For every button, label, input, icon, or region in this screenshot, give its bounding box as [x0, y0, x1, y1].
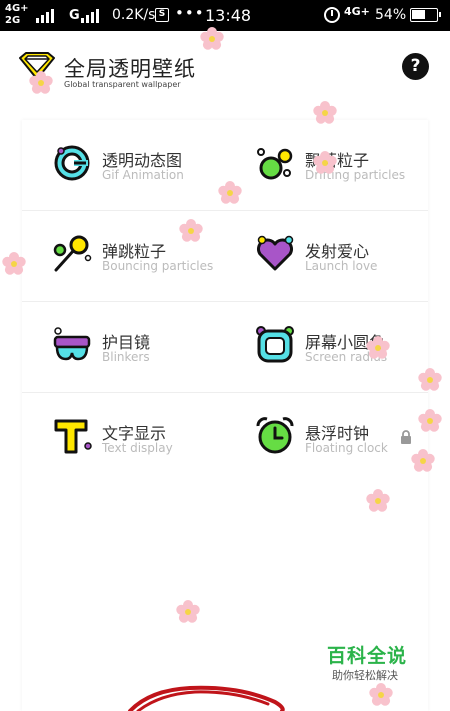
network-indicator: 4G+ 2G [5, 3, 29, 27]
network-type-top: 4G+ [5, 3, 29, 14]
text-icon [54, 419, 92, 454]
feature-drifting-particles[interactable]: 飘落粒子 Drifting particles [225, 120, 428, 211]
s-badge-icon: S [155, 8, 169, 22]
status-bar: 4G+ 2G G 0.2K/s S ••• 13:48 4G+ 54% [0, 0, 450, 31]
brand-tagline: 助你轻松解决 [332, 669, 398, 682]
app-title: 全局透明壁纸 [64, 57, 196, 81]
feature-subtitle: Gif Animation [102, 168, 184, 182]
feature-subtitle: Floating clock [305, 441, 388, 455]
feature-grid: 透明动态图 Gif Animation 飘落粒子 Drifting partic… [22, 120, 428, 484]
feature-blinkers[interactable]: 护目镜 Blinkers [22, 302, 225, 393]
help-button[interactable]: ? [402, 53, 429, 80]
alarm-icon [324, 7, 340, 23]
brand-watermark: 百科全说 [327, 645, 408, 667]
clock-time: 13:48 [205, 6, 252, 25]
network-speed: 0.2K/s [112, 7, 156, 23]
feature-subtitle: Screen radius [305, 350, 388, 364]
feature-subtitle: Bouncing particles [102, 259, 214, 273]
alarm-clock-icon [256, 417, 294, 454]
feature-floating-clock[interactable]: 悬浮时钟 Floating clock [225, 393, 428, 484]
network-type-right: 4G+ [344, 5, 370, 18]
bouncing-particles-icon [53, 235, 92, 272]
app-subtitle: Global transparent wallpaper [64, 80, 181, 89]
feature-subtitle: Launch love [305, 259, 378, 273]
battery-icon [410, 8, 441, 22]
question-icon: ? [410, 56, 421, 76]
feature-subtitle: Drifting particles [305, 168, 406, 182]
gif-icon [54, 145, 90, 181]
feature-screen-radius[interactable]: 屏幕小圆角 Screen radius [225, 302, 428, 393]
goggles-icon [53, 327, 91, 361]
feature-subtitle: Blinkers [102, 350, 150, 364]
network-type-bottom: 2G [5, 15, 21, 26]
signal-icon [36, 9, 54, 23]
more-icon: ••• [175, 4, 205, 22]
drifting-particles-icon [257, 148, 293, 180]
feature-bouncing-particles[interactable]: 弹跳粒子 Bouncing particles [22, 211, 225, 302]
feature-gif-animation[interactable]: 透明动态图 Gif Animation [22, 120, 225, 211]
rounded-screen-icon [256, 326, 294, 363]
diamond-logo-icon [19, 52, 55, 80]
feature-card: 透明动态图 Gif Animation 飘落粒子 Drifting partic… [22, 120, 428, 711]
lock-icon [401, 430, 411, 444]
heart-icon [257, 235, 294, 271]
feature-text-display[interactable]: 文字显示 Text display [22, 393, 225, 484]
feature-launch-love[interactable]: 发射爱心 Launch love [225, 211, 428, 302]
battery-percent: 54% [375, 7, 407, 23]
feature-subtitle: Text display [102, 441, 173, 455]
red-scribble-annotation [128, 685, 285, 711]
network-type-g: G [69, 8, 80, 23]
signal-icon-2 [81, 9, 99, 23]
